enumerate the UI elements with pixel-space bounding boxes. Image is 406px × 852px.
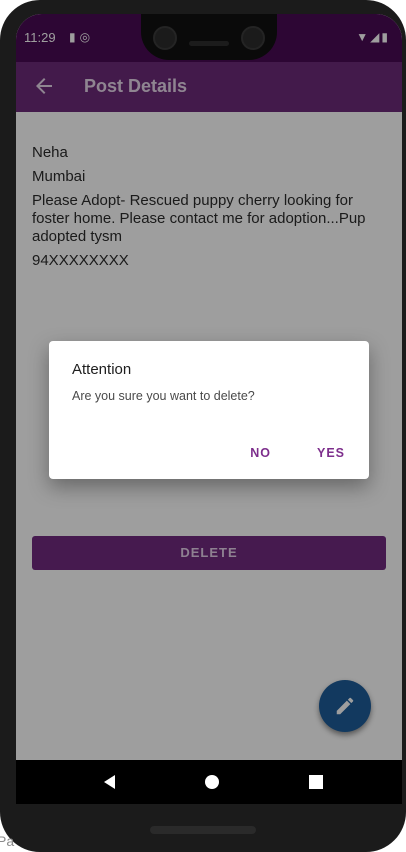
yes-button[interactable]: YES bbox=[309, 446, 353, 460]
navigation-bar bbox=[16, 760, 402, 804]
phone-frame: 11:29 ▮◎ ▼◢▮ Post Details Neha Mumbai Pl… bbox=[0, 0, 406, 852]
dialog-actions: NO YES bbox=[242, 446, 353, 460]
dialog-title: Attention bbox=[72, 361, 132, 378]
screen: 11:29 ▮◎ ▼◢▮ Post Details Neha Mumbai Pl… bbox=[16, 14, 402, 804]
corner-text-fragment: Pa bbox=[0, 833, 15, 849]
no-button[interactable]: NO bbox=[242, 446, 279, 460]
dialog-message: Are you sure you want to delete? bbox=[72, 389, 255, 403]
bottom-speaker-grille bbox=[150, 826, 256, 834]
confirm-delete-dialog: Attention Are you sure you want to delet… bbox=[49, 341, 369, 479]
home-circle-icon[interactable] bbox=[202, 772, 222, 792]
back-triangle-icon[interactable] bbox=[100, 772, 120, 792]
recents-square-icon[interactable] bbox=[306, 772, 326, 792]
